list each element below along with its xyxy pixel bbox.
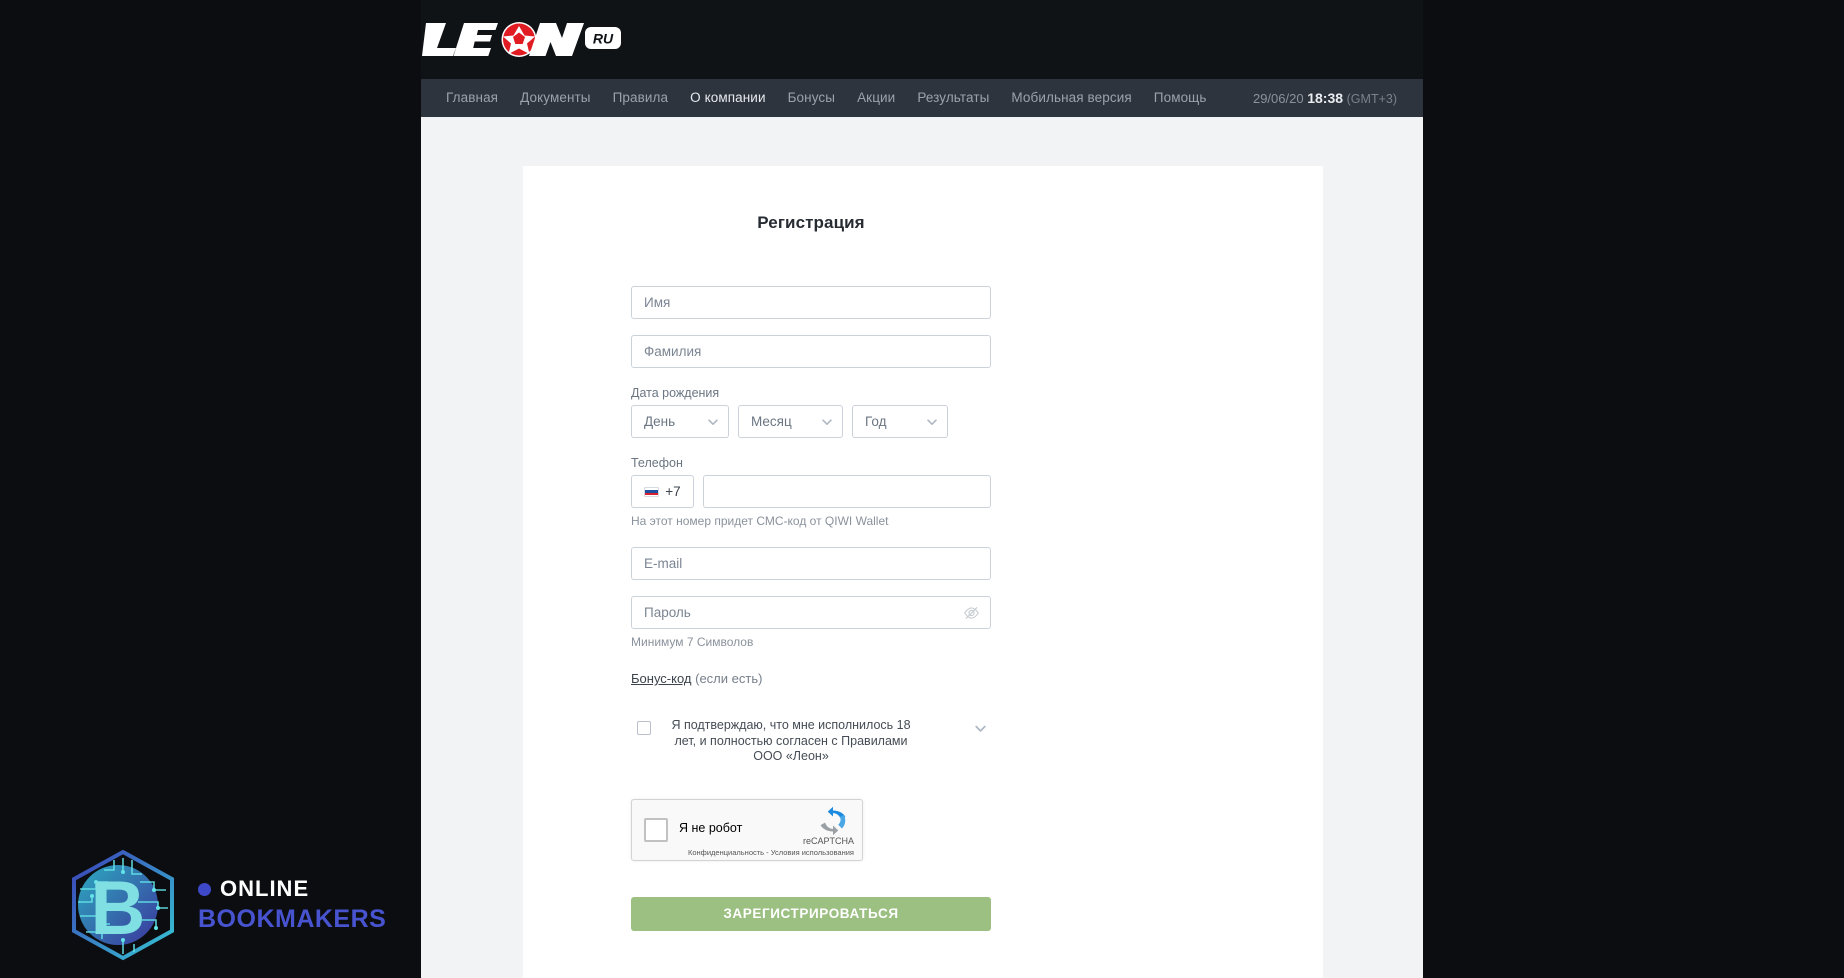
- month-select-value: Месяц: [751, 414, 792, 429]
- clock-time: 18:38: [1307, 90, 1344, 106]
- password-hint: Минимум 7 Символов: [631, 635, 754, 649]
- recaptcha-checkbox[interactable]: [644, 817, 668, 842]
- nav-item-rules[interactable]: Правила: [602, 79, 680, 117]
- nav-item-help[interactable]: Помощь: [1143, 79, 1218, 117]
- agreement-text: Я подтверждаю, что мне исполнилось 18 ле…: [671, 718, 911, 764]
- ru-flag-icon: [644, 486, 660, 497]
- year-select-value: Год: [865, 414, 887, 429]
- country-code-select[interactable]: +7: [631, 475, 694, 508]
- nav-item-home[interactable]: Главная: [435, 79, 509, 117]
- recaptcha-brand: reCAPTCHA: [802, 835, 854, 846]
- main-navigation: Главная Документы Правила О компании Бон…: [421, 79, 1423, 117]
- year-select[interactable]: Год: [852, 405, 948, 438]
- registration-card: Регистрация Дата рождения День Месяц: [523, 166, 1323, 978]
- month-select[interactable]: Месяц: [738, 405, 843, 438]
- phone-hint: На этот номер придет СМС-код от QIWI Wal…: [631, 514, 889, 528]
- phone-input[interactable]: [703, 475, 991, 508]
- recaptcha-terms-link[interactable]: Условия использования: [771, 848, 854, 857]
- recaptcha-privacy-link[interactable]: Конфиденциальность: [688, 848, 764, 857]
- watermark-online-label: ONLINE: [220, 876, 310, 901]
- recaptcha-legal: Конфиденциальность - Условия использован…: [688, 848, 854, 857]
- bonus-code-note: (если есть): [695, 671, 763, 686]
- date-of-birth-label: Дата рождения: [631, 386, 720, 400]
- chevron-down-icon: [926, 416, 938, 428]
- first-name-input[interactable]: [631, 286, 991, 319]
- watermark-line-2: BOOKMAKERS: [198, 905, 387, 933]
- site-logo[interactable]: RU: [422, 14, 642, 64]
- registration-form: Регистрация Дата рождения День Месяц: [631, 166, 991, 931]
- agreement-row: Я подтверждаю, что мне исполнилось 18 ле…: [631, 718, 991, 765]
- watermark-line-1: ONLINE: [198, 878, 386, 900]
- leon-logo-icon: RU: [422, 22, 621, 57]
- chevron-down-icon: [821, 416, 833, 428]
- nav-item-list: Главная Документы Правила О компании Бон…: [421, 79, 1218, 117]
- recaptcha-widget[interactable]: Я не робот reCAPTCHA Конфиденциальность …: [631, 798, 863, 861]
- recaptcha-logo-icon: [818, 806, 848, 836]
- nav-item-mobile-version[interactable]: Мобильная версия: [1000, 79, 1142, 117]
- recaptcha-label: Я не робот: [679, 820, 743, 835]
- email-input[interactable]: [631, 547, 991, 580]
- svg-text:B: B: [91, 866, 146, 951]
- agreement-expand-chevron-down-icon[interactable]: [974, 722, 987, 735]
- server-clock: 29/06/20 18:38 (GMT+3): [1253, 79, 1397, 118]
- clock-date: 29/06/20: [1252, 91, 1304, 106]
- nav-item-results[interactable]: Результаты: [906, 79, 1000, 117]
- phone-row: +7: [631, 475, 991, 508]
- watermark-dot-icon: [198, 882, 211, 896]
- watermark-text: ONLINE BOOKMAKERS: [198, 878, 386, 932]
- nav-item-promotions[interactable]: Акции: [846, 79, 906, 117]
- register-button[interactable]: ЗАРЕГИСТРИРОВАТЬСЯ: [631, 896, 991, 931]
- day-select-value: День: [644, 414, 676, 429]
- day-select[interactable]: День: [631, 405, 729, 438]
- nav-item-about[interactable]: О компании: [679, 79, 776, 117]
- recaptcha-separator: -: [764, 847, 771, 857]
- bonus-code-line: Бонус-код (если есть): [631, 671, 991, 686]
- country-code-value: +7: [665, 484, 681, 499]
- last-name-input[interactable]: [631, 335, 991, 368]
- svg-text:RU: RU: [593, 31, 614, 47]
- page-root: RU Главная Документы Правила О компании …: [0, 0, 1844, 978]
- chevron-down-icon: [707, 416, 719, 428]
- page-title: Регистрация: [757, 213, 865, 232]
- nav-item-documents[interactable]: Документы: [509, 79, 602, 117]
- nav-item-bonuses[interactable]: Бонусы: [777, 79, 846, 117]
- bonus-code-link[interactable]: Бонус-код: [631, 671, 692, 686]
- online-bookmakers-logo-icon: B: [72, 849, 174, 961]
- date-of-birth-row: День Месяц Год: [631, 405, 991, 438]
- password-wrapper: [631, 596, 991, 629]
- phone-label: Телефон: [631, 456, 683, 470]
- watermark: B ONLINE BOOKMAKERS: [62, 844, 386, 966]
- password-input[interactable]: [631, 596, 991, 629]
- agreement-checkbox[interactable]: [637, 721, 651, 735]
- toggle-password-visibility-icon[interactable]: [963, 604, 980, 621]
- clock-timezone: (GMT+3): [1346, 92, 1397, 106]
